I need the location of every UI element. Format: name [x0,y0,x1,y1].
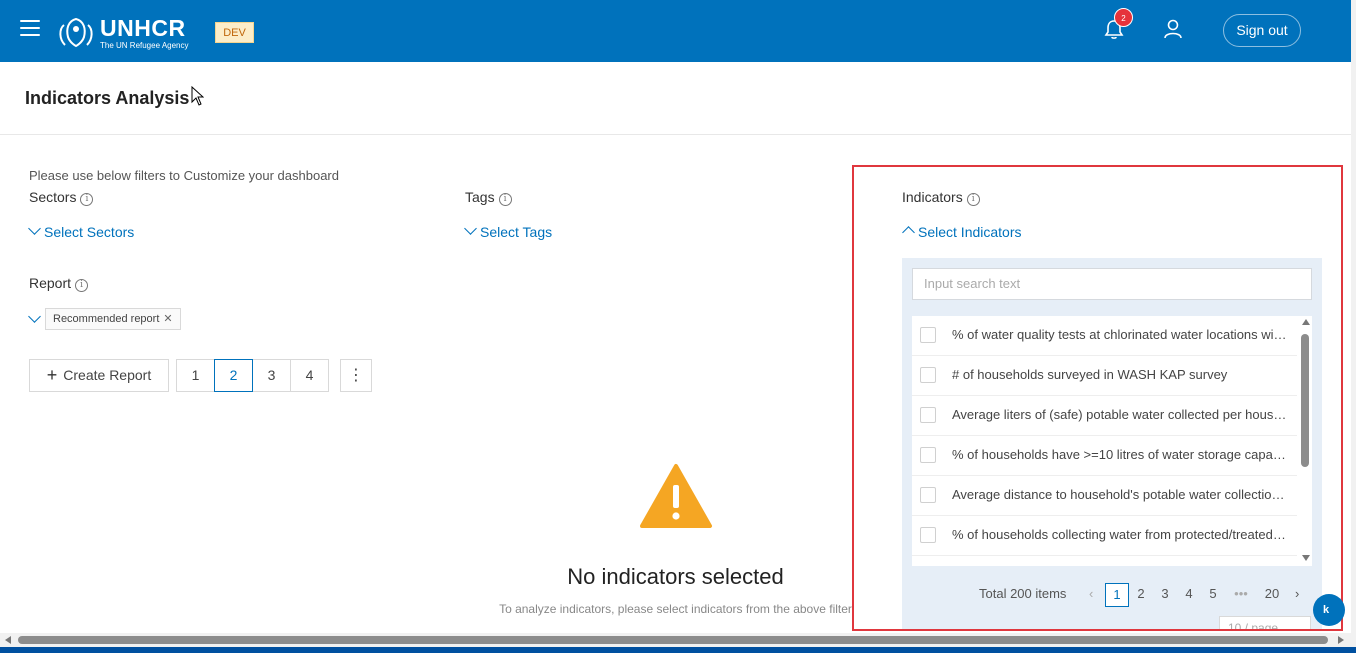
empty-state-description: To analyze indicators, please select ind… [499,602,852,616]
remove-tag-icon[interactable]: ✕ [163,313,172,325]
filters-hint-text: Please use below filters to Customize yo… [29,168,339,183]
report-page-1[interactable]: 1 [176,359,215,392]
top-navigation-bar: UNHCR The UN Refugee Agency DEV 2 Sign o… [0,0,1356,62]
horizontal-scrollbar-thumb[interactable] [18,636,1328,644]
empty-state-title: No indicators selected [567,564,784,589]
select-sectors-dropdown[interactable]: Select Sectors [28,222,135,240]
bottom-bar [0,647,1356,653]
logo-wordmark: UNHCR [100,15,186,41]
selected-report-tag: Recommended report ✕ [45,308,181,330]
report-label-text: Report [29,275,72,291]
vertical-page-scrollbar[interactable] [1351,0,1356,653]
sectors-label-text: Sectors [29,189,77,205]
tags-info-icon[interactable]: i [498,193,512,206]
page-title: Indicators Analysis [25,88,190,108]
warning-icon [640,464,712,528]
select-sectors-label: Select Sectors [44,224,135,240]
scroll-right-arrow-icon[interactable] [1338,636,1344,644]
report-info-icon[interactable]: i [75,279,89,292]
hamburger-menu-icon[interactable] [20,20,40,36]
plus-icon: + [46,365,58,385]
unhcr-emblem-icon [59,17,93,48]
report-page-3[interactable]: 3 [252,359,291,392]
select-tags-dropdown[interactable]: Select Tags [464,222,553,240]
notification-count-badge: 2 [1114,8,1133,27]
report-page-tabs: 1 2 3 4 [176,359,329,392]
select-tags-label: Select Tags [480,224,553,240]
chevron-down-icon [28,222,41,235]
horizontal-page-scrollbar[interactable] [0,633,1351,647]
title-divider [0,134,1351,135]
environment-badge: DEV [215,22,254,43]
report-label: Report i [29,275,89,292]
tags-label: Tags i [465,189,512,206]
tags-label-text: Tags [465,189,495,205]
sign-out-button[interactable]: Sign out [1223,14,1301,47]
more-options-button[interactable]: ⋮ [340,359,372,392]
logo-tagline: The UN Refugee Agency [100,41,189,50]
user-profile-icon[interactable] [1163,19,1183,39]
create-report-button[interactable]: + Create Report [29,359,169,392]
chevron-down-icon [464,222,477,235]
report-page-4[interactable]: 4 [290,359,329,392]
report-page-2[interactable]: 2 [214,359,253,392]
report-chevron-down-icon[interactable] [28,310,41,323]
sectors-info-icon[interactable]: i [80,193,94,206]
mouse-cursor-icon [191,86,204,106]
scroll-left-arrow-icon[interactable] [5,636,11,644]
unhcr-logo[interactable]: UNHCR The UN Refugee Agency [56,15,201,51]
highlight-frame [852,165,1343,631]
create-report-label: Create Report [63,367,152,383]
feedback-button[interactable]: k [1313,594,1345,626]
sectors-label: Sectors i [29,189,94,206]
selected-report-tag-label: Recommended report [53,313,160,325]
